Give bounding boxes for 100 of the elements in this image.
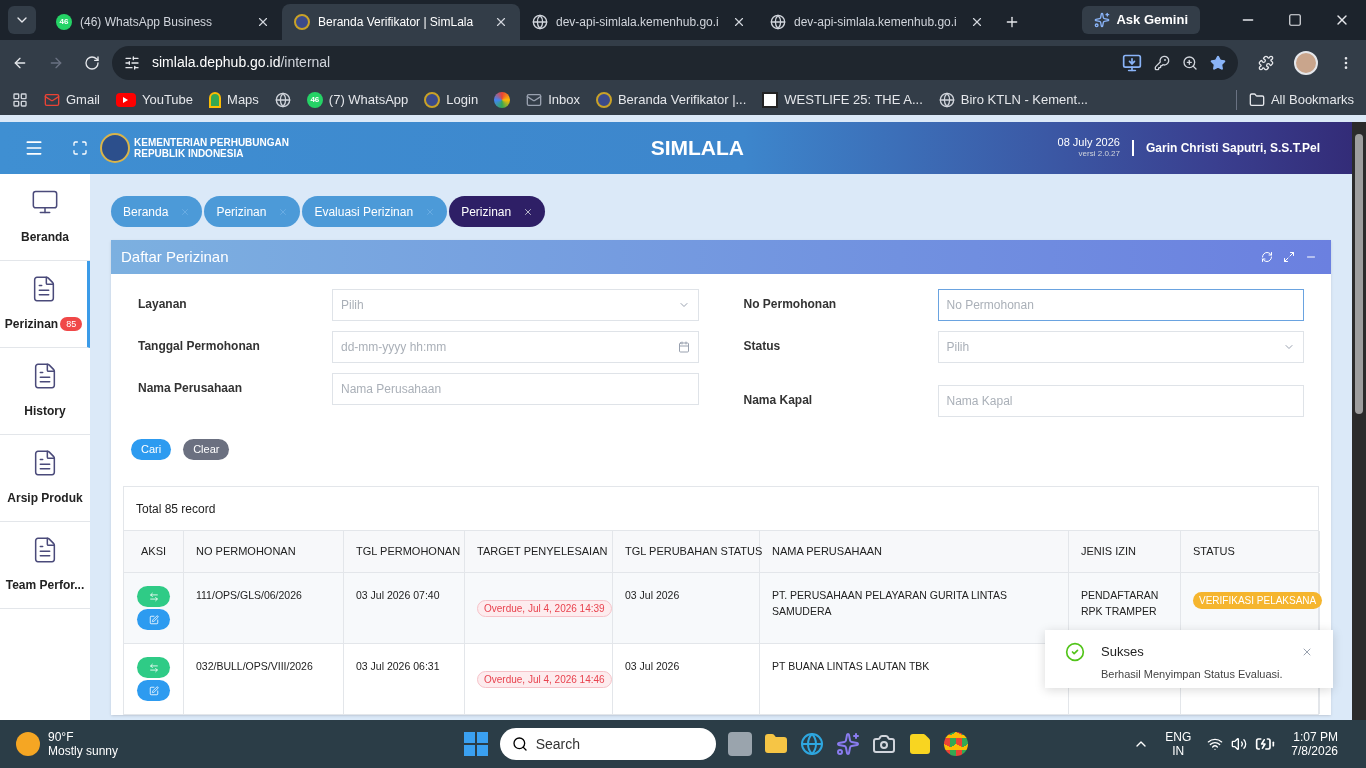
region-text[interactable]: IN — [1172, 744, 1185, 758]
weather-text: Mostly sunny — [48, 744, 119, 758]
reload-icon[interactable] — [84, 54, 100, 71]
windows-icon[interactable] — [463, 732, 488, 756]
field-label: Status — [743, 338, 782, 355]
app-title: SIMLALA — [650, 135, 744, 162]
breadcrumb-tab[interactable]: Perizinan — [449, 196, 546, 227]
browser-tab[interactable]: dev-api-simlala.kemenhub.go.i — [520, 4, 758, 40]
emblem-icon — [294, 14, 310, 30]
key-icon[interactable] — [1154, 54, 1170, 71]
sidebar-label: History — [24, 403, 66, 420]
language-text[interactable]: ENG — [1165, 730, 1192, 744]
record-count: Total 85 record — [136, 500, 216, 518]
apps-icon[interactable] — [12, 92, 28, 108]
bookmark-link[interactable]: Biro KTLN - Kement... — [938, 90, 1088, 110]
chat-icon: 46 — [306, 92, 323, 108]
bookmark-link[interactable]: 46 (7) WhatsApp — [306, 90, 409, 110]
count-badge: 85 — [60, 317, 83, 331]
sidebar-item[interactable]: Perizinan 85 — [0, 261, 90, 348]
table-cell-text: 03 Jul 2026 — [625, 588, 681, 603]
clock-date[interactable]: 7/8/2026 — [1291, 744, 1338, 758]
fullscreen-icon[interactable] — [72, 140, 88, 156]
tab-search-button[interactable] — [8, 6, 36, 34]
tab-title: (46) WhatsApp Business — [80, 14, 214, 31]
edit-icon — [148, 614, 159, 625]
sidebar-item[interactable]: Team Perfor... — [0, 522, 90, 609]
chat-icon: 46 — [56, 14, 72, 30]
edit-icon — [148, 685, 159, 696]
taskbar-search[interactable]: Search — [499, 728, 716, 760]
toast-message: Berhasil Menyimpan Status Evaluasi. — [1101, 666, 1284, 682]
refresh-icon[interactable] — [1261, 251, 1273, 263]
bookmark-link[interactable]: Beranda Verifikator |... — [595, 90, 747, 110]
temperature-text: 90°F — [48, 730, 75, 744]
org-country: REPUBLIK INDONESIA — [134, 148, 245, 159]
weather-icon[interactable] — [16, 732, 40, 756]
ask-gemini-button[interactable]: Ask Gemini — [1082, 6, 1200, 34]
globe-icon — [532, 14, 548, 30]
bookmark-link[interactable]: WESTLIFE 25: THE A... — [762, 90, 923, 110]
calendar-icon — [677, 341, 690, 353]
browser-tab[interactable]: 46 (46) WhatsApp Business — [44, 4, 282, 40]
close-icon[interactable] — [256, 15, 270, 29]
sidebar-label: Perizinan — [4, 316, 59, 333]
play-icon — [115, 93, 136, 107]
bookmark-link[interactable]: Login — [424, 90, 479, 110]
maximize-icon[interactable] — [1288, 13, 1302, 27]
toast-title: Sukses — [1101, 643, 1145, 661]
wifi-icon[interactable] — [1207, 736, 1224, 752]
transfer-icon — [148, 662, 159, 673]
chrome-icon[interactable] — [943, 732, 968, 756]
close-icon[interactable] — [523, 206, 534, 217]
table-cell-text: PT BUANA LINTAS LAUTAN TBK — [772, 659, 931, 674]
bookmark-link[interactable]: Maps — [209, 90, 259, 110]
browser-icon[interactable] — [799, 732, 824, 756]
install-icon[interactable] — [1122, 52, 1142, 73]
edit-button[interactable] — [137, 609, 170, 630]
panel-title: Daftar Perizinan — [121, 246, 230, 267]
folder-icon[interactable] — [763, 732, 788, 756]
address-bar[interactable]: simlala.dephub.go.id/internal — [112, 45, 1238, 80]
close-icon[interactable] — [732, 15, 746, 29]
browser-tab[interactable]: dev-api-simlala.kemenhub.go.i — [758, 4, 996, 40]
browser-tab[interactable]: Beranda Verifikator | SimLala — [282, 4, 520, 40]
check-icon — [1065, 642, 1085, 662]
field-label: Nama Perusahaan — [138, 380, 244, 397]
new-tab-icon[interactable] — [1004, 14, 1020, 30]
expand-icon[interactable] — [1283, 251, 1295, 263]
pinwheel-icon — [494, 92, 511, 108]
mail-icon — [44, 92, 60, 108]
table-cell-text: 111/OPS/GLS/06/2026 — [196, 588, 303, 603]
org-name: KEMENTERIAN PERHUBUNGAN — [134, 137, 289, 148]
emblem-icon — [595, 92, 612, 108]
volume-icon[interactable] — [1231, 736, 1248, 752]
note-icon[interactable] — [907, 732, 932, 756]
field-label: No Permohonan — [743, 296, 838, 313]
sidebar-item[interactable]: History — [0, 348, 90, 435]
clock-time[interactable]: 1:07 PM — [1293, 730, 1338, 744]
camera-icon[interactable] — [871, 732, 896, 756]
clear-button[interactable]: Clear — [183, 439, 230, 460]
globe-icon — [938, 92, 955, 108]
pin-icon — [209, 92, 222, 108]
avatar-icon[interactable] — [1294, 50, 1318, 75]
scrollbar[interactable] — [1352, 122, 1366, 720]
site-settings-icon[interactable] — [124, 54, 140, 71]
tab-title: dev-api-simlala.kemenhub.go.i — [794, 14, 958, 31]
zoom-icon[interactable] — [1182, 54, 1198, 71]
bookmark-link[interactable]: Inbox — [526, 90, 580, 110]
edit-button[interactable] — [137, 680, 170, 701]
status-badge: VERIFIKASI PELAKSANA — [1193, 592, 1323, 609]
sidebar-item[interactable]: Beranda — [0, 174, 90, 261]
close-icon[interactable] — [970, 15, 984, 29]
extensions-icon[interactable] — [1258, 54, 1274, 71]
bookmark-link[interactable]: Gmail — [44, 90, 100, 110]
star-icon[interactable] — [1210, 54, 1226, 71]
all-bookmarks-link[interactable]: All Bookmarks — [1235, 90, 1354, 110]
close-icon[interactable] — [494, 15, 508, 29]
task-view-icon[interactable] — [727, 732, 752, 756]
overdue-badge: Overdue, Jul 4, 2026 14:46 — [477, 670, 612, 688]
bookmark-link[interactable]: YouTube — [115, 90, 194, 110]
sidebar-item[interactable]: Arsip Produk — [0, 435, 90, 522]
field-label: Layanan — [138, 296, 188, 313]
assistant-icon[interactable] — [835, 732, 860, 756]
